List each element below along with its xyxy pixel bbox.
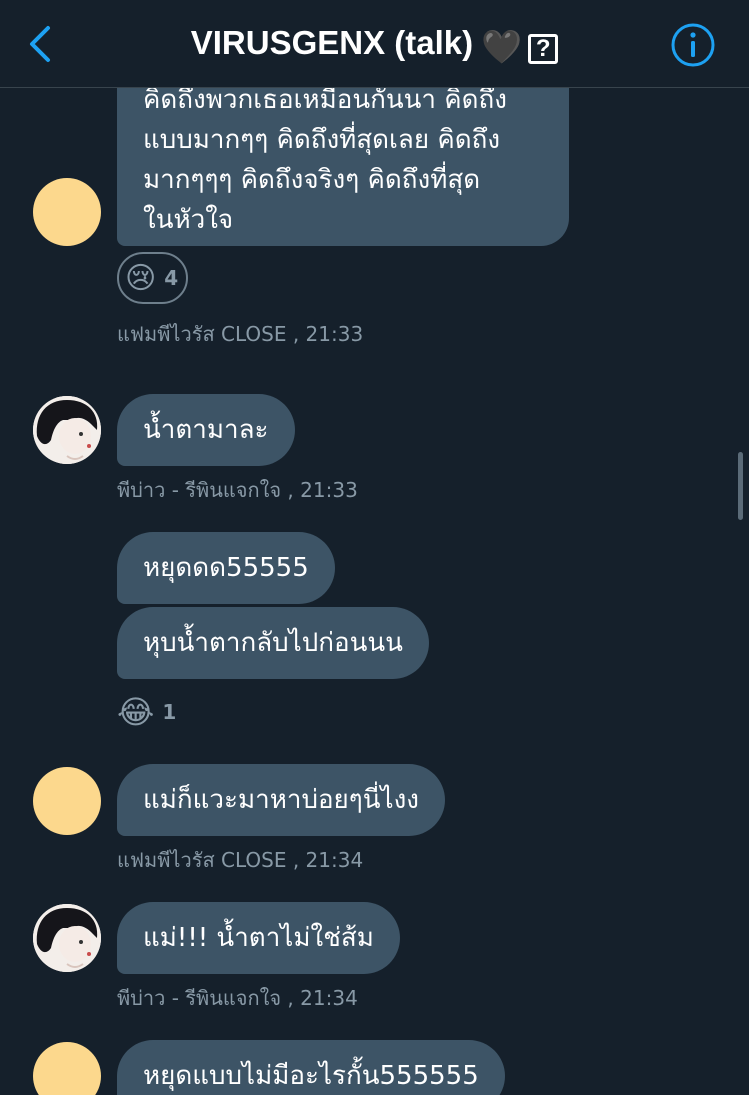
message-bubble[interactable]: คิดถึงพวกเธอเหมือนกันนา คิดถึง แบบมากๆๆ … — [117, 74, 569, 246]
message-meta: แฟมพีไวรัส CLOSE , 21:34 — [117, 844, 363, 876]
sender-name: แฟมพีไวรัส CLOSE — [117, 848, 287, 872]
message-line: แบบมากๆๆ คิดถึงที่สุดเลย คิดถึง — [143, 125, 501, 155]
message-bubble[interactable]: แม่!!! น้ำตาไม่ใช่ส้ม — [117, 902, 400, 974]
avatar[interactable] — [33, 904, 101, 972]
message-time: , 21:34 — [281, 986, 358, 1010]
sender-name: พีบ่าว - รีพินแจกใจ — [117, 478, 282, 502]
message-bubble[interactable]: แม่ก็แวะมาหาบ่อยๆนี่ไงง — [117, 764, 445, 836]
message-text: น้ำตามาละ — [143, 415, 269, 445]
info-icon — [671, 23, 715, 67]
message-meta: แฟมพีไวรัส CLOSE , 21:33 — [117, 318, 363, 350]
black-heart-icon: 🖤 — [481, 28, 523, 65]
message-text: หุบน้ำตากลับไปก่อนนน — [143, 628, 403, 658]
message-time: , 21:33 — [281, 478, 358, 502]
message-bubble[interactable]: หุบน้ำตากลับไปก่อนนน — [117, 607, 429, 679]
avatar-photo-icon — [33, 396, 101, 464]
message-bubble[interactable]: หยุดแบบไม่มีอะไรกั้น555555 — [117, 1040, 505, 1095]
avatar[interactable] — [33, 767, 101, 835]
message-time: , 21:33 — [286, 322, 364, 346]
reaction-badge[interactable]: 😢 4 — [117, 252, 189, 304]
info-button[interactable] — [670, 22, 716, 68]
message-meta: พีบ่าว - รีพินแจกใจ , 21:33 — [117, 474, 358, 506]
avatar-photo-icon — [33, 904, 101, 972]
question-mark-icon: ? — [528, 34, 559, 64]
message-time: , 21:34 — [286, 848, 364, 872]
conversation-title[interactable]: VIRUSGENX (talk) 🖤? — [0, 20, 749, 70]
avatar[interactable] — [33, 396, 101, 464]
conversation-header: VIRUSGENX (talk) 🖤? — [0, 0, 749, 88]
message-text: แม่!!! น้ำตาไม่ใช่ส้ม — [143, 923, 374, 953]
message-text: หยุดดด55555 — [143, 553, 309, 583]
message-text: แม่ก็แวะมาหาบ่อยๆนี่ไงง — [143, 785, 419, 815]
avatar[interactable] — [33, 1042, 101, 1095]
message-bubble[interactable]: หยุดดด55555 — [117, 532, 335, 604]
reaction-badge[interactable]: 😂 1 — [117, 690, 176, 734]
title-text: VIRUSGENX (talk) — [190, 24, 474, 61]
message-line: มากๆๆๆ คิดถึงจริงๆ คิดถึงที่สุด — [143, 165, 481, 195]
reaction-count: 1 — [162, 700, 177, 724]
sender-name: พีบ่าว - รีพินแจกใจ — [117, 986, 282, 1010]
dm-conversation-screen: คิดถึงพวกเธอเหมือนกันนา คิดถึง แบบมากๆๆ … — [0, 0, 749, 1095]
message-text: หยุดแบบไม่มีอะไรกั้น555555 — [143, 1061, 479, 1091]
message-bubble[interactable]: น้ำตามาละ — [117, 394, 295, 466]
laughing-tears-icon: 😂 — [117, 693, 155, 731]
avatar[interactable] — [33, 178, 101, 246]
reaction-count: 4 — [164, 266, 179, 290]
message-meta: พีบ่าว - รีพินแจกใจ , 21:34 — [117, 982, 358, 1014]
crying-face-icon: 😢 — [125, 260, 157, 296]
sender-name: แฟมพีไวรัส CLOSE — [117, 322, 287, 346]
scrollbar[interactable] — [738, 452, 743, 520]
message-line: ในหัวใจ — [143, 205, 234, 235]
